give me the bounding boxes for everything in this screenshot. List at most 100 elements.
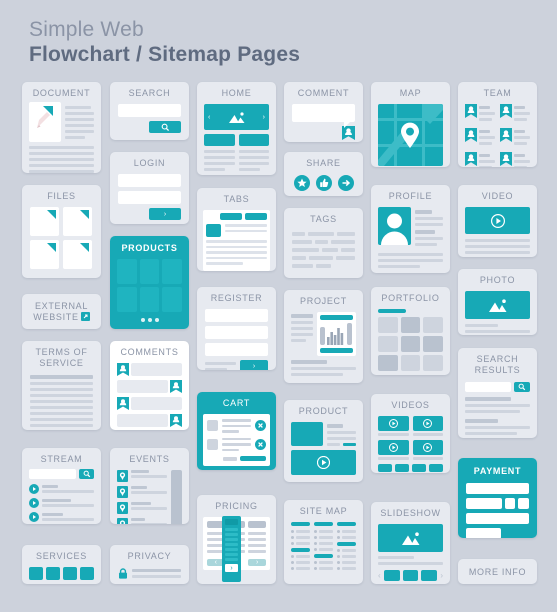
card-video[interactable]: VIDEO [458,185,537,257]
thumbs-up-icon[interactable] [315,175,332,191]
product-tile[interactable] [162,287,183,312]
arrow-right-icon[interactable] [337,175,354,191]
card-team[interactable]: TEAM [458,82,537,167]
card-tags[interactable]: TAGS [284,208,363,278]
tag-chip[interactable] [292,232,305,236]
tag-chip[interactable] [314,240,329,244]
card-tabs[interactable]: TABS [197,188,276,271]
home-feature-block[interactable] [238,134,269,146]
play-icon[interactable] [317,456,330,469]
portfolio-tile[interactable] [378,355,398,371]
ellipsis-icon[interactable] [117,318,182,322]
tag-chip[interactable] [331,240,355,244]
card-payment[interactable]: PAYMENT › [458,458,537,538]
product-tile[interactable] [162,259,183,284]
portfolio-tile[interactable] [423,355,444,371]
home-feature-block[interactable] [204,134,235,146]
search-button[interactable] [79,469,94,479]
service-tile[interactable] [80,567,94,580]
card-videos[interactable]: VIDEOS [371,394,450,473]
card-pricing[interactable]: PRICING ‹ › › [197,495,276,584]
chevron-left-icon[interactable]: ‹ [378,571,381,580]
service-tile[interactable] [63,567,77,580]
card-terms-of-service[interactable]: TERMS OF SERVICE [22,341,101,430]
external-link-icon[interactable] [80,312,90,321]
portfolio-tile[interactable] [378,336,398,352]
portfolio-tile[interactable] [400,336,421,352]
close-circle-icon[interactable] [255,438,266,450]
card-events[interactable]: EVENTS [110,448,189,524]
register-name-input[interactable] [205,309,268,322]
video-pagination-item[interactable] [378,464,392,472]
portfolio-tile[interactable] [378,317,398,333]
result-title[interactable] [465,397,511,401]
card-external-website[interactable]: EXTERNAL WEBSITE [22,294,101,329]
card-slideshow[interactable]: SLIDESHOW ‹ › [371,502,450,584]
login-submit-button[interactable]: › [149,208,181,220]
file-icon[interactable] [63,207,92,236]
home-hero-carousel[interactable]: ‹ › [204,104,269,130]
payment-expiry-month-input[interactable] [504,498,516,509]
portfolio-tile[interactable] [400,317,421,333]
card-map[interactable]: MAP [371,82,450,167]
sitemap-highlight[interactable] [314,554,333,558]
close-circle-icon[interactable] [255,420,266,432]
play-icon[interactable] [29,484,39,494]
card-share[interactable]: SHARE [284,152,363,196]
product-tile[interactable] [117,287,137,312]
slideshow-thumbnail[interactable] [421,570,438,581]
login-password-input[interactable] [118,191,181,204]
tag-chip[interactable] [336,232,355,236]
card-photo[interactable]: PHOTO [458,269,537,335]
card-services[interactable]: SERVICES [22,545,101,584]
card-home[interactable]: HOME ‹ › [197,82,276,175]
star-icon[interactable] [293,175,310,191]
slideshow-thumbnail[interactable] [383,570,400,581]
product-tile[interactable] [139,259,160,284]
tag-chip[interactable] [309,256,334,260]
video-pagination-item[interactable] [412,464,426,472]
register-password-input[interactable] [205,343,268,356]
tab-item[interactable] [245,213,267,220]
photo-view[interactable] [465,291,530,319]
register-email-input[interactable] [205,326,268,339]
search-button[interactable] [149,121,181,133]
video-pagination-item[interactable] [429,464,443,472]
card-search-results[interactable]: SEARCH RESULTS [458,348,537,438]
slideshow-thumbnail[interactable] [402,570,419,581]
portfolio-tile[interactable] [423,317,444,333]
video-thumbnail[interactable] [412,416,443,431]
portfolio-tile[interactable] [423,336,444,352]
card-project[interactable]: PROJECT [284,290,363,383]
search-input[interactable] [118,104,181,117]
card-comment[interactable]: COMMENT [284,82,363,142]
tag-chip[interactable] [307,232,334,236]
product-tile[interactable] [117,259,137,284]
product-tile[interactable] [139,287,160,312]
tag-chip[interactable] [292,248,320,252]
register-submit-button[interactable]: › [240,360,268,370]
tag-chip[interactable] [292,264,313,268]
card-product[interactable]: PRODUCT [284,400,363,482]
card-search[interactable]: SEARCH [110,82,189,140]
search-button[interactable] [514,382,530,392]
tag-chip[interactable] [341,248,355,252]
file-icon[interactable] [63,240,92,269]
cart-checkout-button[interactable] [240,456,266,461]
portfolio-filter-bar[interactable] [378,309,406,313]
file-icon[interactable] [30,207,59,236]
tag-chip[interactable] [336,256,355,260]
payment-card-number-input[interactable] [466,483,529,494]
pricing-featured-plan[interactable]: › [222,516,241,582]
service-tile[interactable] [46,567,60,580]
chevron-right-icon[interactable]: › [230,565,232,572]
card-login[interactable]: LOGIN › [110,152,189,224]
result-title[interactable] [465,419,498,423]
chevron-right-icon[interactable]: › [263,114,265,121]
card-cart[interactable]: CART [197,392,276,470]
card-document[interactable]: DOCUMENT [22,82,101,173]
payment-cvv-input[interactable] [466,528,501,538]
tab-item[interactable] [220,213,242,220]
tag-chip[interactable] [292,256,307,260]
payment-name-input[interactable] [466,513,529,524]
